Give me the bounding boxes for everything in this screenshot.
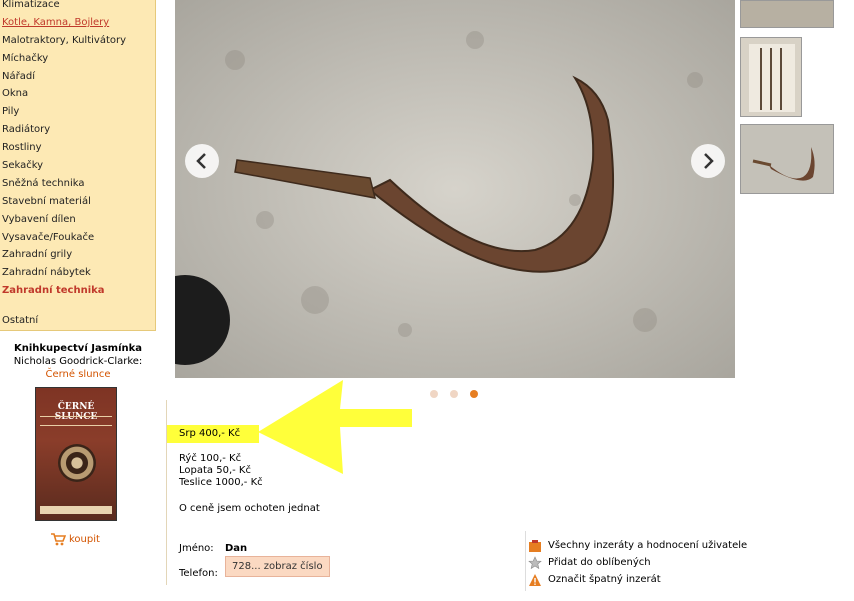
sickle-thumbnail-image [752, 147, 815, 181]
category-list: Klimatizace Kotle, Kamna, Bojlery Malotrak… [2, 0, 126, 330]
category-item[interactable]: Stavební materiál [2, 193, 126, 211]
price-list: Rýč 100,- Kč Lopata 50,- Kč Teslice 1000… [179, 453, 263, 489]
slide-dot[interactable] [450, 390, 458, 398]
previous-photo-button[interactable] [185, 144, 219, 178]
warning-icon [529, 573, 541, 586]
category-item[interactable]: Kotle, Kamna, Bojlery [2, 14, 126, 32]
category-sidebar: Klimatizace Kotle, Kamna, Bojlery Malotrak… [0, 0, 156, 331]
promo-book-title-link[interactable]: Černé slunce [0, 369, 156, 380]
promo-author: Nicholas Goodrick-Clarke: [13, 356, 143, 367]
book-cover-subtitle-band [40, 416, 112, 426]
slide-dot[interactable] [470, 390, 478, 398]
cart-icon [51, 533, 66, 546]
thumbnail-2[interactable] [740, 37, 802, 117]
category-item[interactable]: Ostatní [2, 312, 126, 330]
category-item[interactable]: Míchačky [2, 50, 126, 68]
name-label: Jméno: [179, 543, 214, 554]
price-note: O ceně jsem ochoten jednat [179, 503, 320, 514]
headline-price: Srp 400,- Kč [167, 425, 259, 443]
chevron-right-icon [704, 153, 714, 169]
category-item[interactable]: Zahradní technika [2, 282, 126, 300]
category-item[interactable]: Malotraktory, Kultivátory [2, 32, 126, 50]
promo-shop-name: Knihkupectví Jasmínka [13, 343, 143, 354]
report-ad-link[interactable]: Označit špatný inzerát [528, 571, 747, 588]
category-item[interactable]: Vybavení dílen [2, 211, 126, 229]
add-favorite-label: Přidat do oblíbených [548, 557, 651, 568]
add-favorite-link[interactable]: Přidat do oblíbených [528, 554, 747, 571]
slide-indicator [430, 390, 478, 398]
user-ads-icon [529, 539, 541, 552]
category-item[interactable]: Vysavače/Foukače [2, 229, 126, 247]
book-cover-image[interactable]: ČERNÉ SLUNCE [35, 387, 117, 521]
chevron-left-icon [196, 153, 206, 169]
report-ad-label: Označit špatný inzerát [548, 574, 661, 585]
category-item[interactable]: Sekačky [2, 157, 126, 175]
slide-dot[interactable] [430, 390, 438, 398]
category-item[interactable]: Klimatizace [2, 0, 126, 14]
name-value: Dan [225, 543, 248, 554]
sickle-photo [175, 0, 735, 378]
category-item[interactable]: Rostliny [2, 139, 126, 157]
category-item[interactable]: Okna [2, 85, 126, 103]
all-ads-link[interactable]: Všechny inzeráty a hodnocení uživatele [528, 537, 747, 554]
category-item[interactable]: Zahradní nábytek [2, 264, 126, 282]
price-item: Lopata 50,- Kč [179, 465, 251, 476]
buy-button[interactable]: koupit [50, 532, 100, 546]
book-promo: Knihkupectví Jasmínka Nicholas Goodrick-… [0, 343, 156, 380]
black-sun-emblem [58, 444, 96, 482]
category-item[interactable]: Sněžná technika [2, 175, 126, 193]
all-ads-label: Všechny inzeráty a hodnocení uživatele [548, 540, 748, 551]
category-item[interactable]: Zahradní grily [2, 246, 126, 264]
next-photo-button[interactable] [691, 144, 725, 178]
book-cover-author-band [40, 506, 112, 514]
tools-thumbnail-image [749, 44, 795, 112]
listing-photo[interactable] [175, 0, 735, 378]
category-item[interactable]: Nářadí [2, 68, 126, 86]
category-item[interactable]: Radiátory [2, 121, 126, 139]
star-icon [528, 555, 542, 569]
thumbnail-1[interactable] [740, 0, 834, 28]
price-item: Rýč 100,- Kč [179, 453, 242, 464]
listing-actions: Všechny inzeráty a hodnocení uživatele P… [528, 537, 747, 588]
yellow-arrow-annotation [258, 380, 412, 474]
buy-label: koupit [69, 533, 100, 545]
phone-label: Telefon: [179, 568, 218, 579]
show-phone-button[interactable]: 728... zobraz číslo [225, 556, 330, 577]
category-item[interactable]: Pily [2, 103, 126, 121]
thumbnail-3[interactable] [740, 124, 834, 194]
actions-divider [525, 531, 526, 591]
price-item: Teslice 1000,- Kč [179, 477, 263, 488]
